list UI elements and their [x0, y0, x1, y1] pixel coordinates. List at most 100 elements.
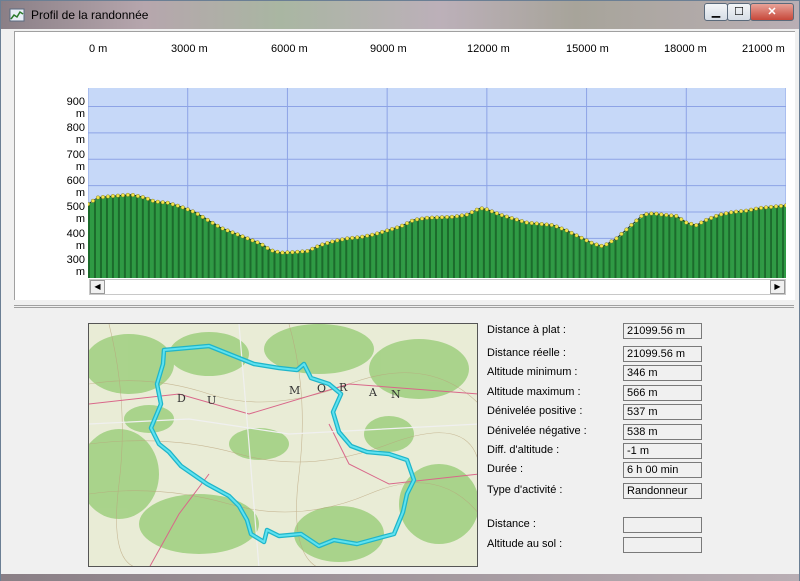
- elevation-bar: [534, 223, 538, 278]
- elevation-bar: [710, 218, 713, 278]
- elevation-bar: [317, 246, 320, 278]
- route-map[interactable]: D U M O R A N: [88, 323, 478, 567]
- elevation-point: [255, 240, 260, 245]
- elevation-bar: [694, 224, 697, 278]
- elevation-bar: [211, 222, 214, 278]
- title-bar[interactable]: Profil de la randonnée ▁ ☐ ✕: [1, 1, 799, 29]
- elevation-bar: [448, 216, 452, 278]
- elevation-bar: [217, 225, 220, 278]
- elevation-bar: [488, 210, 492, 278]
- elevation-bar: [600, 245, 603, 278]
- y-tick-label: 600 m: [66, 175, 85, 199]
- elevation-bar: [277, 251, 280, 278]
- elevation-bar: [486, 209, 490, 278]
- elevation-bar: [648, 213, 651, 278]
- elevation-point: [684, 220, 689, 225]
- elevation-bar: [570, 232, 573, 278]
- elevation-bar: [684, 221, 687, 278]
- scroll-right-arrow-icon[interactable]: ▶: [770, 280, 785, 294]
- stat-value-field: 566 m: [623, 385, 702, 401]
- elevation-point: [415, 217, 420, 222]
- elevation-bar: [588, 241, 591, 278]
- elevation-bar: [379, 232, 382, 278]
- elevation-bar: [578, 236, 581, 278]
- elevation-bar: [181, 207, 185, 278]
- elevation-point: [320, 242, 325, 247]
- elevation-bar: [582, 238, 585, 278]
- elevation-bar: [207, 219, 210, 278]
- elevation-bar: [748, 210, 751, 278]
- x-tick-label: 9000 m: [370, 43, 407, 55]
- elevation-bar: [291, 252, 294, 278]
- elevation-bar: [760, 208, 763, 278]
- elevation-point: [634, 218, 639, 223]
- elevation-point: [190, 209, 195, 214]
- elevation-bar: [325, 243, 328, 278]
- elevation-bar: [662, 214, 665, 278]
- elevation-point: [130, 192, 135, 197]
- elevation-point: [629, 223, 634, 228]
- elevation-bar: [175, 205, 179, 278]
- stat-label: Altitude minimum :: [487, 366, 578, 378]
- elevation-point: [649, 211, 654, 216]
- elevation-bar: [407, 223, 410, 278]
- elevation-point: [210, 220, 215, 225]
- elevation-bar: [345, 238, 348, 278]
- elevation-bar: [468, 213, 472, 278]
- elevation-point: [539, 222, 544, 227]
- elevation-point: [390, 227, 395, 232]
- elevation-bar: [776, 206, 779, 278]
- elevation-bar: [185, 208, 189, 278]
- elevation-bar: [341, 239, 344, 278]
- panel-splitter[interactable]: [14, 305, 794, 306]
- elevation-bar: [674, 215, 677, 278]
- elevation-bar: [395, 228, 398, 278]
- elevation-bar: [740, 211, 743, 278]
- profile-scrollbar[interactable]: ◀ ▶: [89, 279, 786, 295]
- elevation-bar: [484, 208, 488, 278]
- elevation-bar: [191, 210, 194, 278]
- elevation-point: [624, 227, 629, 232]
- elevation-bar: [311, 249, 314, 278]
- elevation-bar: [357, 237, 360, 278]
- elevation-bar: [373, 234, 376, 278]
- elevation-bar: [127, 194, 131, 278]
- stat-label: Durée :: [487, 463, 524, 475]
- elevation-bar: [660, 214, 663, 278]
- stat-value-field: Randonneur: [623, 483, 702, 499]
- elevation-bar: [239, 235, 242, 278]
- elevation-bar: [137, 196, 141, 278]
- elevation-bar: [528, 222, 532, 278]
- elevation-bar: [628, 227, 631, 278]
- elevation-bar: [672, 215, 675, 278]
- elevation-bar: [780, 206, 783, 278]
- elevation-point: [619, 231, 624, 236]
- elevation-bar: [690, 223, 693, 278]
- elevation-bar: [504, 216, 508, 278]
- elevation-point: [360, 234, 365, 239]
- elevation-bar: [462, 215, 466, 278]
- elevation-point: [729, 210, 734, 215]
- elevation-bar: [231, 232, 234, 278]
- elevation-bar: [203, 217, 206, 278]
- elevation-bar: [397, 227, 400, 278]
- elevation-bar: [139, 196, 143, 278]
- scroll-left-arrow-icon[interactable]: ◀: [90, 280, 105, 294]
- elevation-profile-chart[interactable]: [88, 88, 786, 278]
- elevation-bar: [221, 228, 224, 278]
- maximize-button[interactable]: ☐: [727, 3, 751, 21]
- elevation-bar: [399, 226, 402, 278]
- elevation-point: [215, 223, 220, 228]
- elevation-bar: [383, 231, 386, 278]
- elevation-bar: [269, 249, 272, 278]
- minimize-button[interactable]: ▁: [704, 3, 728, 21]
- elevation-point: [100, 195, 105, 200]
- elevation-point: [380, 229, 385, 234]
- elevation-bar: [351, 238, 354, 278]
- elevation-bar: [279, 252, 282, 278]
- elevation-bar: [427, 217, 430, 278]
- elevation-bar: [363, 236, 366, 278]
- close-button[interactable]: ✕: [750, 3, 794, 21]
- elevation-bar: [135, 195, 139, 278]
- elevation-bar: [682, 219, 685, 278]
